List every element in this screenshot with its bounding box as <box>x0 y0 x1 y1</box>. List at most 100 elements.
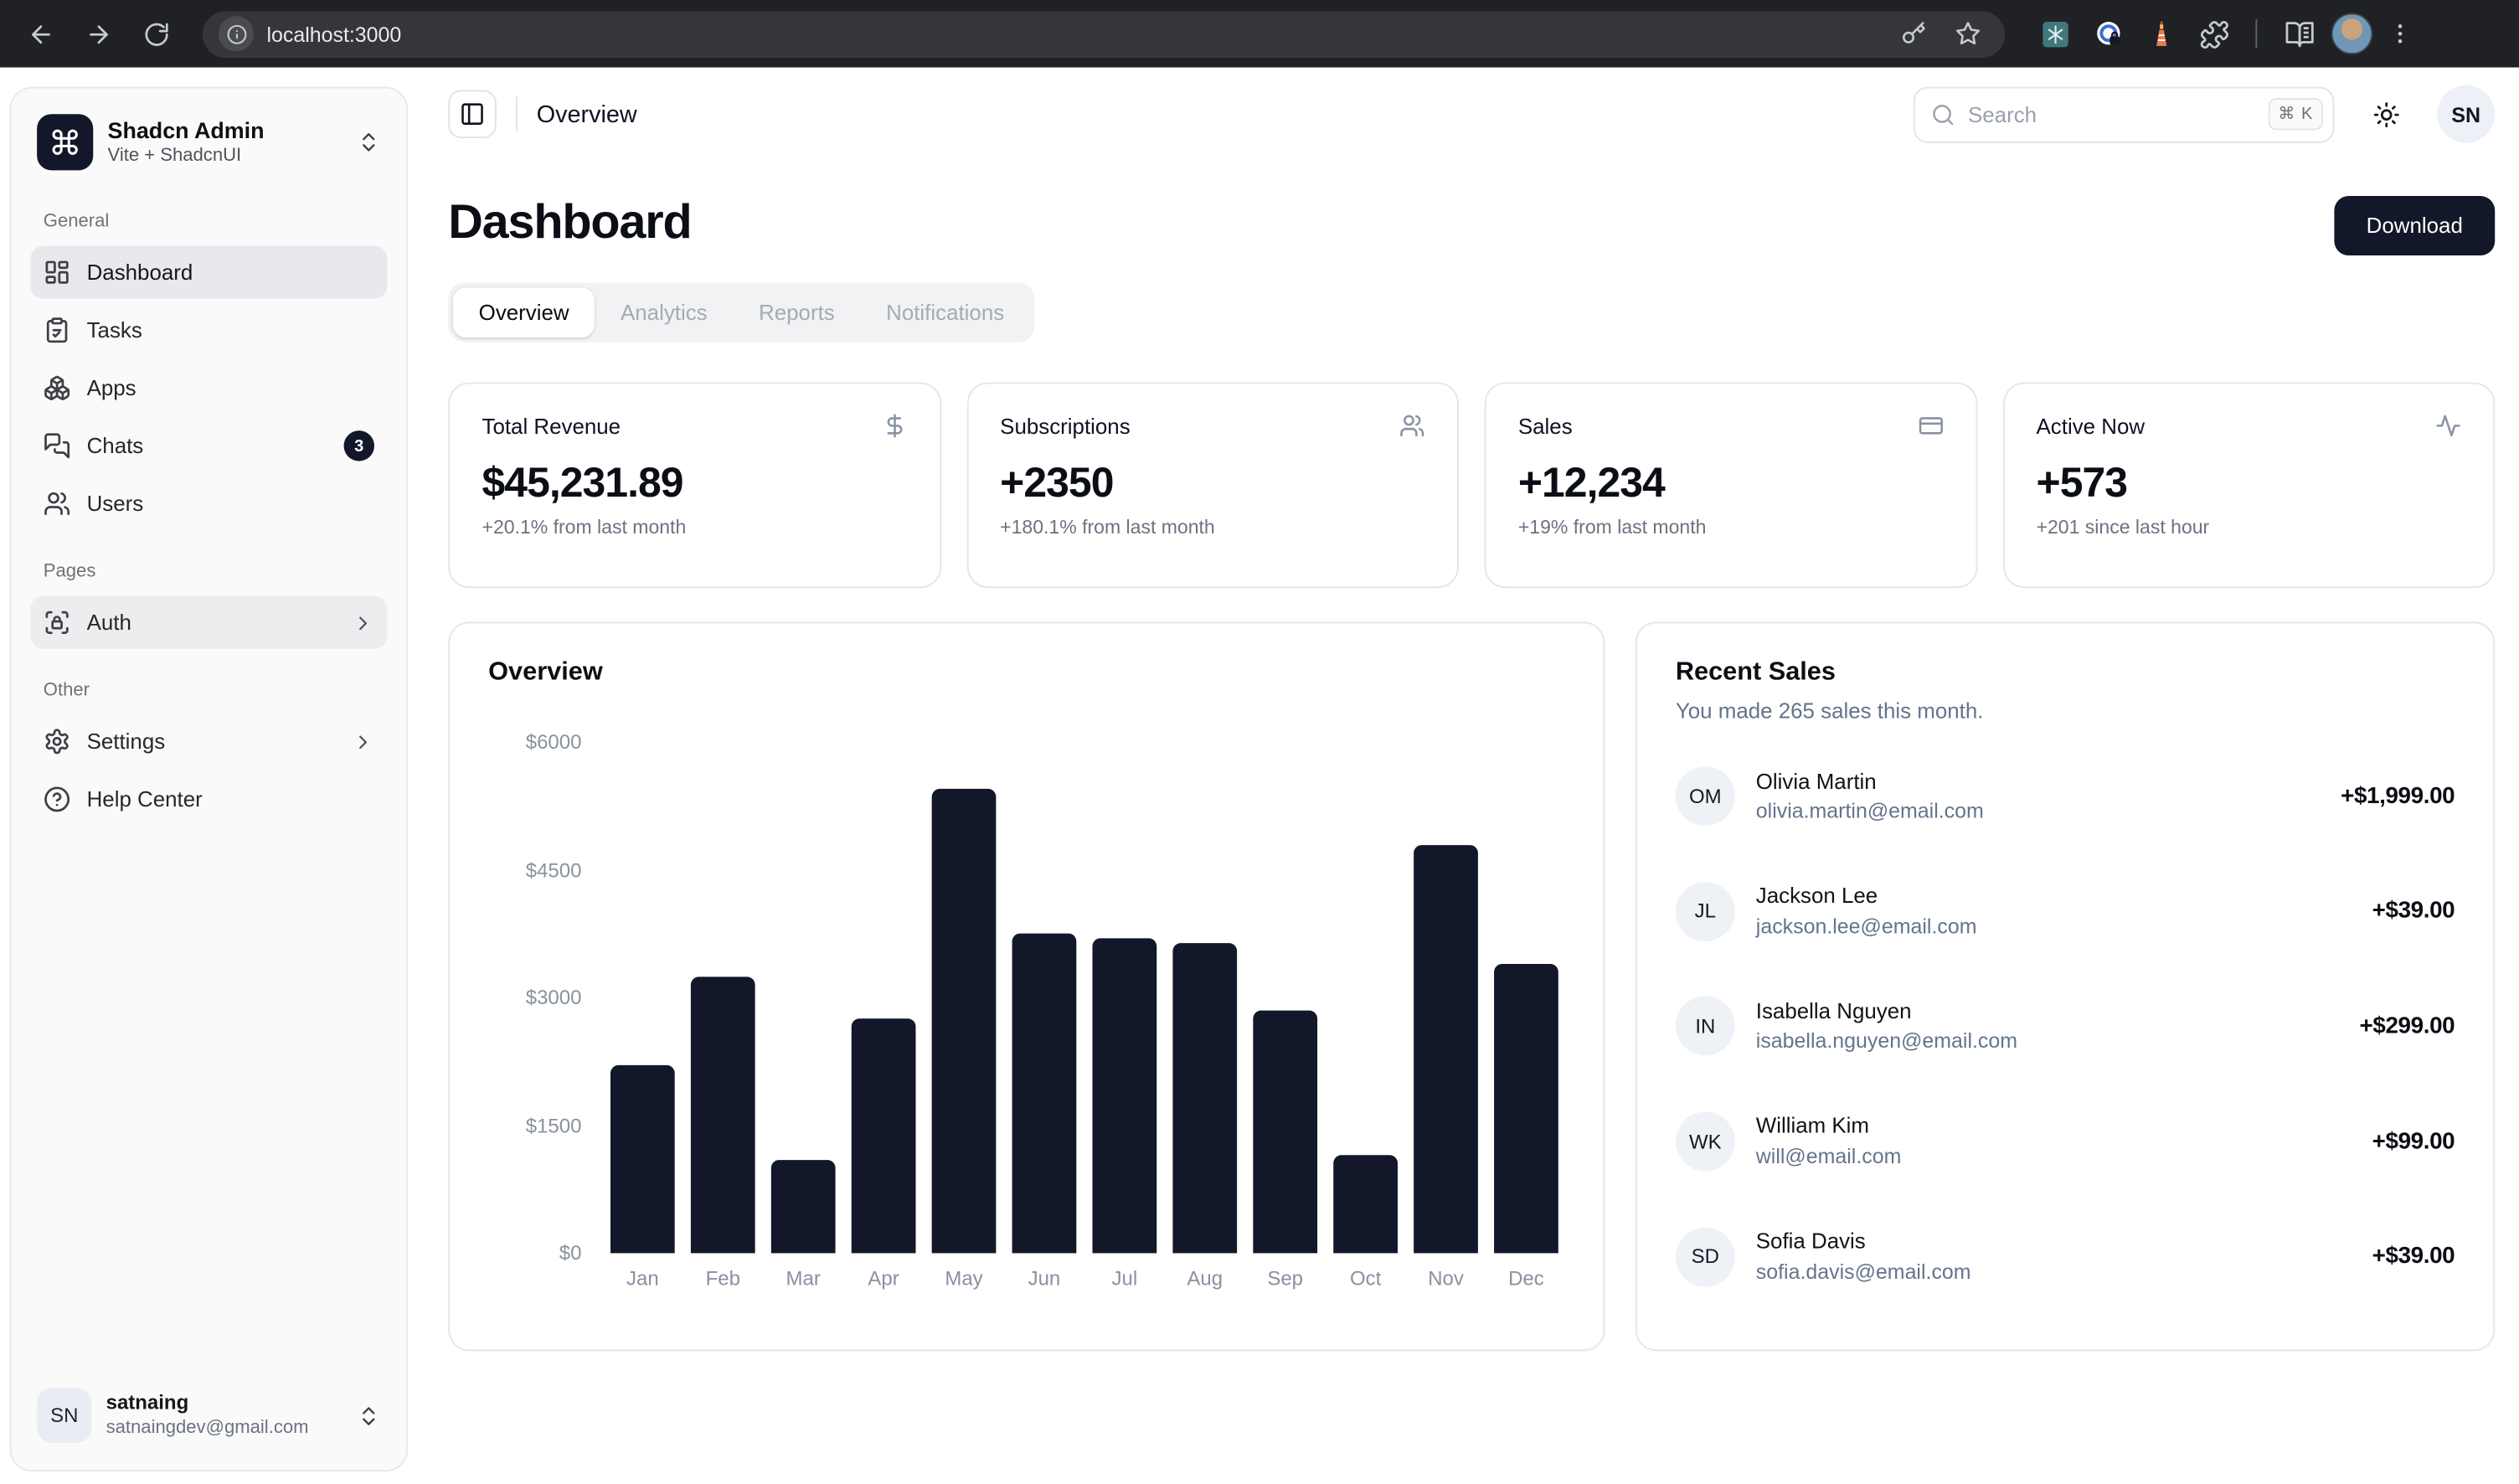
stat-change: +201 since last hour <box>2037 516 2461 538</box>
bar-Oct <box>1333 1155 1398 1253</box>
sidebar-item-auth[interactable]: Auth <box>30 596 387 649</box>
apps-icon <box>44 374 71 402</box>
search-icon <box>1931 102 1955 126</box>
lighthouse-extension-icon[interactable] <box>2140 13 2182 54</box>
stat-change: +19% from last month <box>1518 516 1943 538</box>
sidebar-item-chats[interactable]: Chats3 <box>30 420 387 472</box>
key-icon[interactable] <box>1893 13 1934 54</box>
chart-plot <box>604 742 1564 1253</box>
tab-reports[interactable]: Reports <box>733 287 860 337</box>
sidebar-item-label: Apps <box>87 376 374 400</box>
recent-sales-card: Recent Sales You made 265 sales this mon… <box>1636 621 2495 1351</box>
stat-value: +573 <box>2037 458 2461 508</box>
chart-y-axis: $6000$4500$3000$1500$0 <box>488 742 581 1253</box>
bar-Jan <box>610 1065 675 1253</box>
x-tick-label: Apr <box>852 1268 916 1291</box>
chart-title: Overview <box>488 659 1564 688</box>
sale-avatar: IN <box>1676 997 1735 1056</box>
url-text[interactable]: localhost:3000 <box>266 22 1879 46</box>
download-button[interactable]: Download <box>2334 196 2495 255</box>
theme-toggle-button[interactable] <box>2360 89 2411 140</box>
x-tick-label: Oct <box>1333 1268 1398 1291</box>
sale-amount: +$299.00 <box>2360 1013 2455 1039</box>
command-icon <box>37 114 93 170</box>
stat-title: Active Now <box>2037 414 2146 438</box>
help-icon <box>44 786 71 813</box>
stat-card-total-revenue: Total Revenue$45,231.89+20.1% from last … <box>448 383 940 589</box>
sale-name: Jackson Lee <box>1756 881 2352 913</box>
sidebar-item-label: Dashboard <box>87 260 374 285</box>
settings-icon <box>44 728 71 755</box>
workspace-switcher[interactable]: Shadcn Admin Vite + ShadcnUI <box>28 105 391 180</box>
puzzle-extensions-icon[interactable] <box>2193 13 2235 54</box>
sidebar-user-menu[interactable]: SN satnaing satnaingdev@gmail.com <box>28 1377 391 1454</box>
stat-title: Total Revenue <box>482 414 621 438</box>
x-tick-label: Aug <box>1172 1268 1237 1291</box>
sidebar-item-settings[interactable]: Settings <box>30 715 387 768</box>
recent-sales-subtitle: You made 265 sales this month. <box>1676 698 2455 723</box>
profile-menu-button[interactable]: SN <box>2437 85 2495 143</box>
sidebar-item-label: Settings <box>87 729 336 754</box>
sale-amount: +$99.00 <box>2372 1129 2455 1155</box>
menu-dots-icon[interactable] <box>2384 13 2416 54</box>
info-icon[interactable] <box>219 16 254 51</box>
browser-window: localhost:3000 Shadcn Admin Vite + <box>0 0 2519 1484</box>
back-icon[interactable] <box>16 10 64 59</box>
tab-notifications[interactable]: Notifications <box>860 287 1029 337</box>
url-bar[interactable]: localhost:3000 <box>203 10 2005 57</box>
reload-icon[interactable] <box>131 10 180 59</box>
tab-analytics[interactable]: Analytics <box>595 287 733 337</box>
chevron-right-icon <box>352 730 374 753</box>
password-manager-extension-icon[interactable] <box>2087 13 2129 54</box>
sidebar-toggle-button[interactable] <box>448 90 497 138</box>
x-tick-label: Feb <box>691 1268 755 1291</box>
dashboard-icon <box>44 259 71 286</box>
sale-row: SDSofia Davissofia.davis@email.com+$39.0… <box>1676 1226 2455 1288</box>
sidebar-item-help-center[interactable]: Help Center <box>30 773 387 826</box>
sale-email: sofia.davis@email.com <box>1756 1257 2352 1287</box>
sidebar-item-apps[interactable]: Apps <box>30 362 387 415</box>
sale-name: Isabella Nguyen <box>1756 996 2339 1028</box>
bar-Mar <box>771 1160 836 1253</box>
y-tick-label: $0 <box>559 1242 582 1265</box>
user-email: satnaingdev@gmail.com <box>106 1416 343 1440</box>
nav-section-label: General <box>30 203 387 241</box>
reading-list-icon[interactable] <box>2278 13 2320 54</box>
sidebar-item-label: Chats <box>87 434 328 458</box>
users-icon <box>1399 413 1425 439</box>
x-tick-label: Jun <box>1012 1268 1077 1291</box>
sidebar-item-dashboard[interactable]: Dashboard <box>30 246 387 299</box>
forward-icon[interactable] <box>74 10 122 59</box>
tab-overview[interactable]: Overview <box>453 287 595 337</box>
star-icon[interactable] <box>1947 13 1989 54</box>
sale-row: JLJackson Leejackson.lee@email.com+$39.0… <box>1676 881 2455 943</box>
chevrons-up-down-icon <box>357 1404 381 1428</box>
bar-Jul <box>1092 938 1156 1253</box>
bar-Sep <box>1253 1011 1317 1254</box>
browser-profile-avatar[interactable] <box>2331 13 2373 54</box>
sidebar-item-label: Auth <box>87 611 336 635</box>
sale-avatar: SD <box>1676 1227 1735 1286</box>
sidebar-item-users[interactable]: Users <box>30 477 387 530</box>
sale-email: isabella.nguyen@email.com <box>1756 1027 2339 1057</box>
x-tick-label: Dec <box>1494 1268 1558 1291</box>
y-tick-label: $6000 <box>526 731 582 754</box>
x-tick-label: Sep <box>1253 1268 1317 1291</box>
sale-row: IN Isabella Nguyenisabella.nguyen@email.c… <box>1676 996 2455 1058</box>
search-field[interactable] <box>1968 102 2256 126</box>
chart-x-axis: JanFebMarAprMayJunJulAugSepOctNovDec <box>604 1268 1564 1291</box>
sidebar-item-tasks[interactable]: Tasks <box>30 304 387 357</box>
sale-amount: +$39.00 <box>2372 1244 2455 1270</box>
sale-amount: +$1,999.00 <box>2341 784 2455 810</box>
chevron-right-icon <box>352 611 374 634</box>
page-title: Dashboard <box>448 196 691 250</box>
x-tick-label: May <box>932 1268 997 1291</box>
browser-chrome: localhost:3000 <box>0 0 2519 68</box>
teal-extension-icon[interactable] <box>2034 13 2076 54</box>
stat-card-sales: Sales+12,234+19% from last month <box>1485 383 1977 589</box>
user-avatar: SN <box>37 1388 91 1442</box>
header-divider <box>516 96 518 131</box>
sidebar: Shadcn Admin Vite + ShadcnUI General Dash… <box>10 87 409 1472</box>
bar-Jun <box>1012 934 1077 1254</box>
search-input[interactable]: ⌘ K <box>1914 86 2335 142</box>
